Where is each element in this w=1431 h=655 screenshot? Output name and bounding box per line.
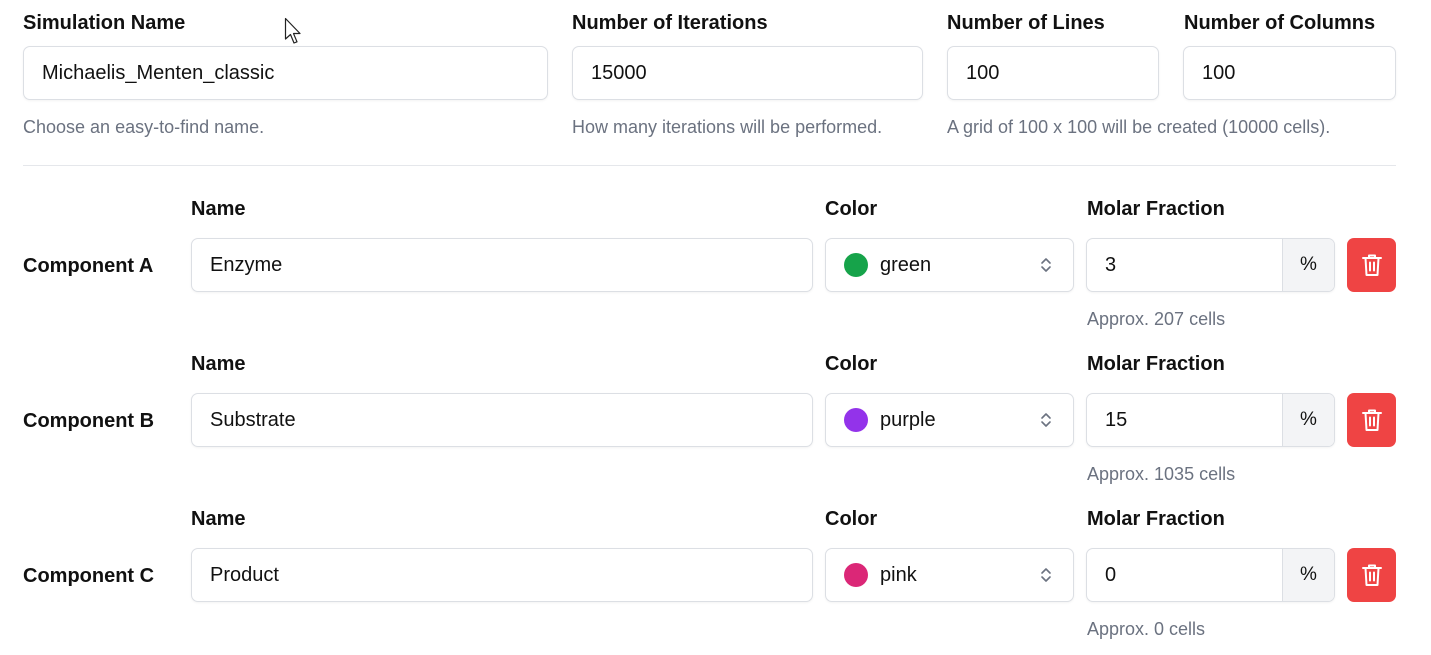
component-name-label: Name [191, 508, 246, 530]
simulation-name-help: Choose an easy-to-find name. [23, 117, 265, 137]
mouse-cursor-icon [284, 17, 301, 44]
component-title: Component B [23, 410, 155, 432]
iterations-label: Number of Iterations [572, 12, 768, 34]
molar-fraction-label: Molar Fraction [1087, 508, 1225, 530]
color-swatch [844, 253, 868, 277]
lines-input[interactable]: 100 [947, 46, 1159, 100]
molar-fraction-group: 15 % [1086, 393, 1335, 447]
component-color-label: Color [825, 198, 878, 220]
molar-fraction-label: Molar Fraction [1087, 353, 1225, 375]
component-color-label: Color [825, 353, 878, 375]
simulation-name-label: Simulation Name [23, 12, 186, 34]
color-select[interactable]: purple [825, 393, 1074, 447]
section-divider [23, 165, 1396, 166]
grid-size-help: A grid of 100 x 100 will be created (100… [947, 117, 1331, 137]
trash-icon [1361, 254, 1382, 276]
approx-cells: Approx. 207 cells [1087, 309, 1226, 329]
iterations-input[interactable]: 15000 [572, 46, 923, 100]
molar-fraction-input[interactable]: 15 [1087, 394, 1282, 446]
simulation-name-input[interactable]: Michaelis_Menten_classic [23, 46, 548, 100]
iterations-help: How many iterations will be performed. [572, 117, 883, 137]
trash-icon [1361, 564, 1382, 586]
columns-label: Number of Columns [1184, 12, 1376, 34]
component-title: Component C [23, 565, 155, 587]
molar-fraction-label: Molar Fraction [1087, 198, 1225, 220]
color-value: purple [880, 408, 936, 431]
color-swatch [844, 563, 868, 587]
component-name-input[interactable]: Substrate [191, 393, 813, 447]
percent-unit: % [1282, 394, 1334, 446]
delete-component-button[interactable] [1347, 393, 1396, 447]
trash-icon [1361, 409, 1382, 431]
chevron-up-down-icon [1041, 568, 1051, 582]
component-title: Component A [23, 255, 154, 277]
component-name-input[interactable]: Product [191, 548, 813, 602]
percent-unit: % [1282, 549, 1334, 601]
approx-cells: Approx. 0 cells [1087, 619, 1206, 639]
color-value: green [880, 253, 932, 276]
molar-fraction-group: 3 % [1086, 238, 1335, 292]
component-name-label: Name [191, 198, 246, 220]
color-swatch [844, 408, 868, 432]
component-name-label: Name [191, 353, 246, 375]
color-select[interactable]: pink [825, 548, 1074, 602]
component-color-label: Color [825, 508, 878, 530]
component-name-input[interactable]: Enzyme [191, 238, 813, 292]
delete-component-button[interactable] [1347, 548, 1396, 602]
percent-unit: % [1282, 239, 1334, 291]
molar-fraction-input[interactable]: 3 [1087, 239, 1282, 291]
chevron-up-down-icon [1041, 258, 1051, 272]
molar-fraction-input[interactable]: 0 [1087, 549, 1282, 601]
chevron-up-down-icon [1041, 413, 1051, 427]
color-value: pink [880, 563, 917, 586]
molar-fraction-group: 0 % [1086, 548, 1335, 602]
color-select[interactable]: green [825, 238, 1074, 292]
delete-component-button[interactable] [1347, 238, 1396, 292]
columns-input[interactable]: 100 [1183, 46, 1396, 100]
lines-label: Number of Lines [947, 12, 1105, 34]
approx-cells: Approx. 1035 cells [1087, 464, 1236, 484]
